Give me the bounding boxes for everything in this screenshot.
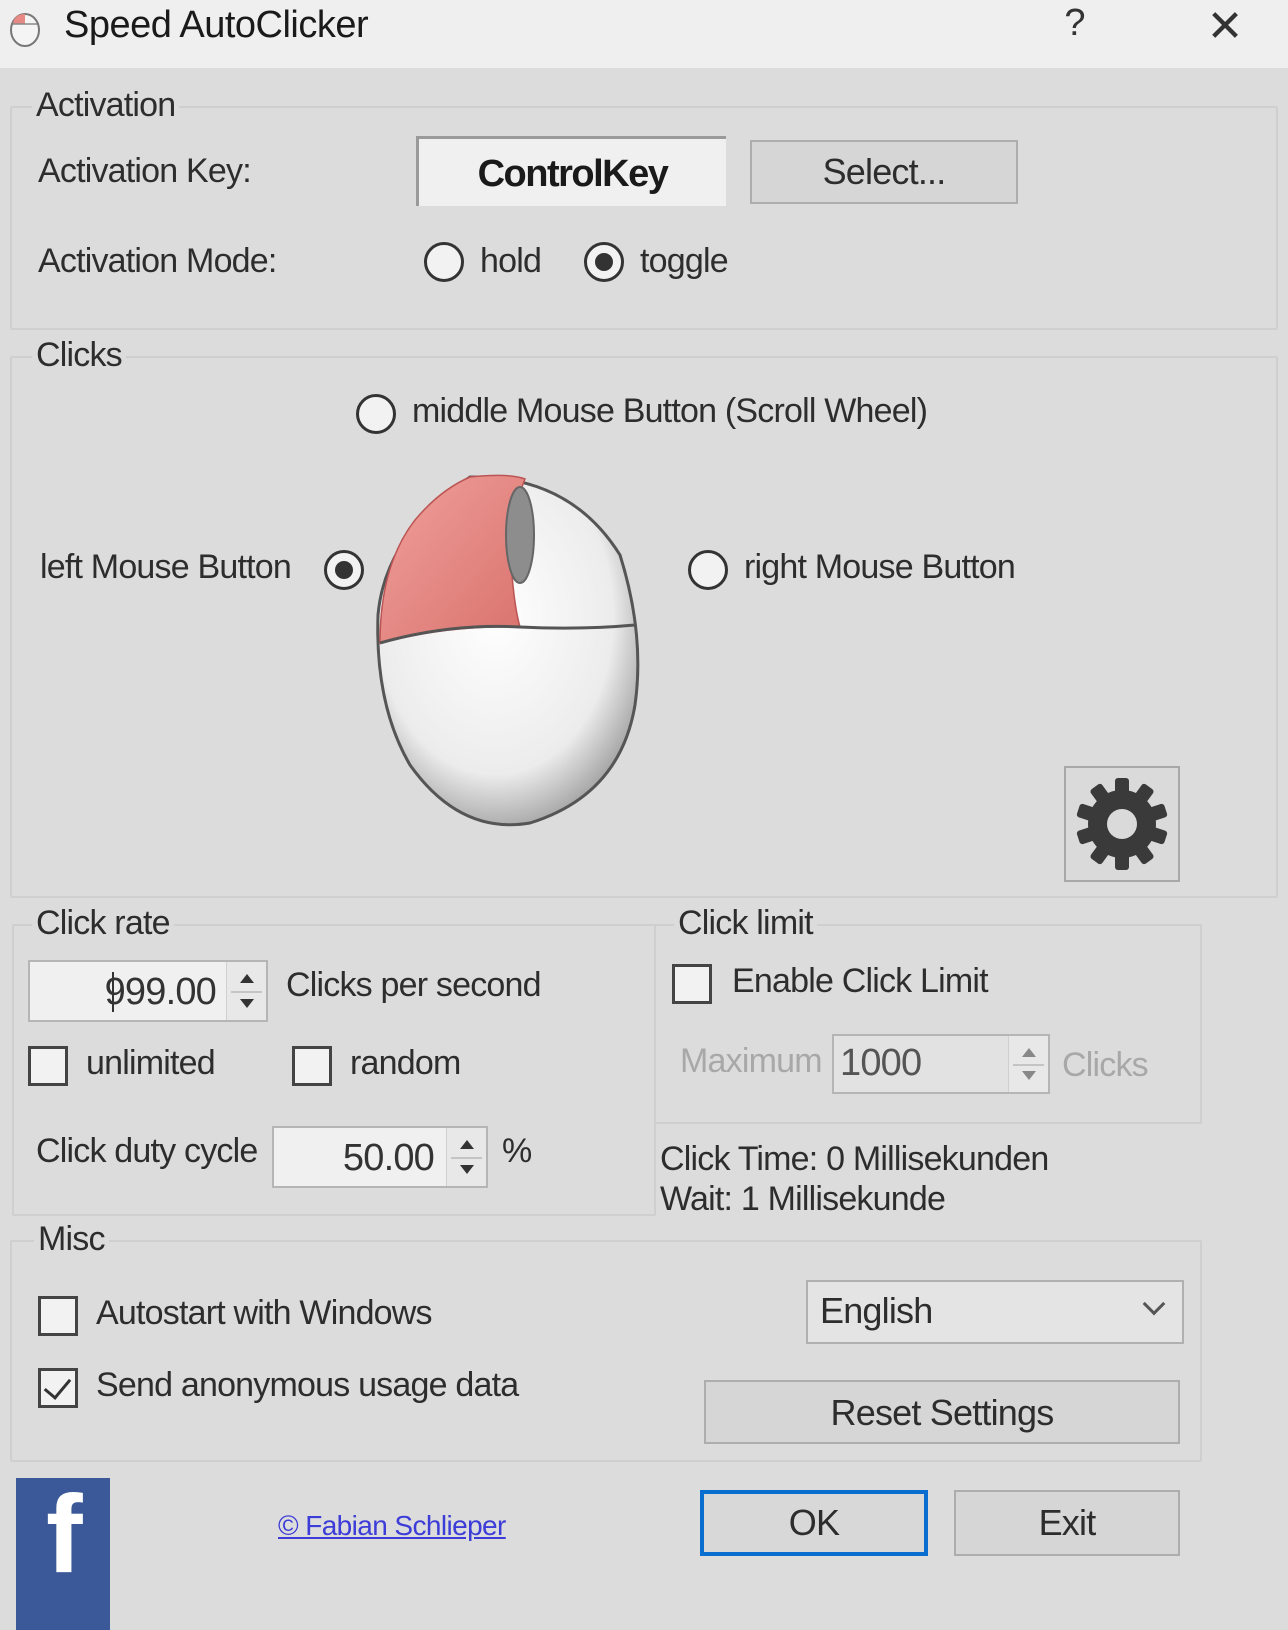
facebook-icon[interactable]: f (16, 1478, 110, 1630)
left-button-radio[interactable] (324, 550, 364, 590)
maximum-label: Maximum (680, 1042, 823, 1080)
usage-data-label[interactable]: Send anonymous usage data (96, 1366, 519, 1405)
autostart-checkbox[interactable] (38, 1296, 78, 1336)
settings-button[interactable] (1064, 766, 1180, 882)
enable-click-limit-checkbox[interactable] (672, 964, 712, 1004)
wait-time-text: Wait: 1 Millisekunde (660, 1180, 946, 1218)
app-mouse-icon (10, 13, 40, 47)
autostart-label[interactable]: Autostart with Windows (96, 1294, 433, 1333)
click-rate-group-label: Click rate (32, 904, 174, 943)
author-link[interactable]: © Fabian Schlieper (278, 1510, 506, 1542)
close-button[interactable]: ✕ (1200, 2, 1250, 52)
activation-mode-label: Activation Mode: (38, 242, 277, 280)
unlimited-checkbox[interactable] (28, 1046, 68, 1086)
spin-down-icon[interactable] (1022, 1071, 1036, 1080)
language-dropdown[interactable]: English (806, 1280, 1184, 1344)
spin-down-icon[interactable] (460, 1165, 474, 1174)
left-button-highlight (379, 474, 526, 644)
spin-down-icon[interactable] (240, 999, 254, 1008)
middle-button-radio[interactable] (356, 394, 396, 434)
reset-settings-button[interactable]: Reset Settings (704, 1380, 1180, 1444)
spin-up-icon[interactable] (460, 1140, 474, 1149)
gear-icon (1076, 778, 1168, 870)
language-value: English (820, 1290, 933, 1331)
spin-up-icon[interactable] (240, 974, 254, 983)
random-label[interactable]: random (350, 1044, 461, 1083)
click-limit-group (654, 924, 1202, 1124)
mode-hold-label[interactable]: hold (480, 242, 542, 281)
mode-hold-radio[interactable] (424, 242, 464, 282)
text-cursor (112, 972, 114, 1012)
mode-toggle-label[interactable]: toggle (640, 242, 729, 281)
mouse-illustration[interactable] (370, 465, 650, 835)
duty-cycle-value[interactable]: 50.00 (343, 1137, 435, 1180)
exit-button[interactable]: Exit (954, 1490, 1180, 1556)
middle-button-label[interactable]: middle Mouse Button (Scroll Wheel) (412, 392, 928, 431)
right-button-radio[interactable] (688, 550, 728, 590)
click-time-text: Click Time: 0 Millisekunden (660, 1140, 1049, 1178)
mode-toggle-radio[interactable] (584, 242, 624, 282)
duty-cycle-label: Click duty cycle (36, 1132, 258, 1170)
activation-group-label: Activation (32, 86, 180, 125)
random-checkbox[interactable] (292, 1046, 332, 1086)
click-limit-group-label: Click limit (674, 904, 817, 943)
maximum-clicks-value[interactable]: 1000 (840, 1042, 922, 1085)
ok-button[interactable]: OK (700, 1490, 928, 1556)
click-rate-spin-arrows[interactable] (226, 962, 266, 1020)
maximum-clicks-unit: Clicks (1062, 1046, 1149, 1084)
duty-cycle-spinbox[interactable]: 50.00 (272, 1126, 488, 1188)
select-key-button[interactable]: Select... (750, 140, 1018, 204)
left-button-label[interactable]: left Mouse Button (40, 548, 292, 587)
click-rate-spinbox[interactable]: 999.00 (28, 960, 268, 1022)
right-button-label[interactable]: right Mouse Button (744, 548, 1016, 587)
duty-cycle-spin-arrows[interactable] (446, 1128, 486, 1186)
usage-data-checkbox[interactable] (38, 1368, 78, 1408)
maximum-clicks-spinbox[interactable]: 1000 (832, 1034, 1050, 1094)
duty-cycle-unit: % (502, 1132, 532, 1170)
clicks-group-label: Clicks (32, 336, 126, 375)
click-rate-value[interactable]: 999.00 (105, 971, 217, 1014)
maximum-clicks-spin-arrows[interactable] (1008, 1036, 1048, 1092)
spin-up-icon[interactable] (1022, 1048, 1036, 1057)
activation-key-display: ControlKey (416, 136, 726, 206)
misc-group-label: Misc (34, 1220, 109, 1259)
chevron-down-icon (1142, 1292, 1166, 1316)
window-title: Speed AutoClicker (64, 4, 369, 46)
help-button[interactable]: ? (1050, 2, 1100, 52)
click-rate-unit-label: Clicks per second (286, 966, 542, 1004)
unlimited-label[interactable]: unlimited (86, 1044, 216, 1083)
scroll-wheel (505, 486, 535, 584)
enable-click-limit-label[interactable]: Enable Click Limit (732, 962, 989, 1001)
activation-key-label: Activation Key: (38, 152, 252, 190)
